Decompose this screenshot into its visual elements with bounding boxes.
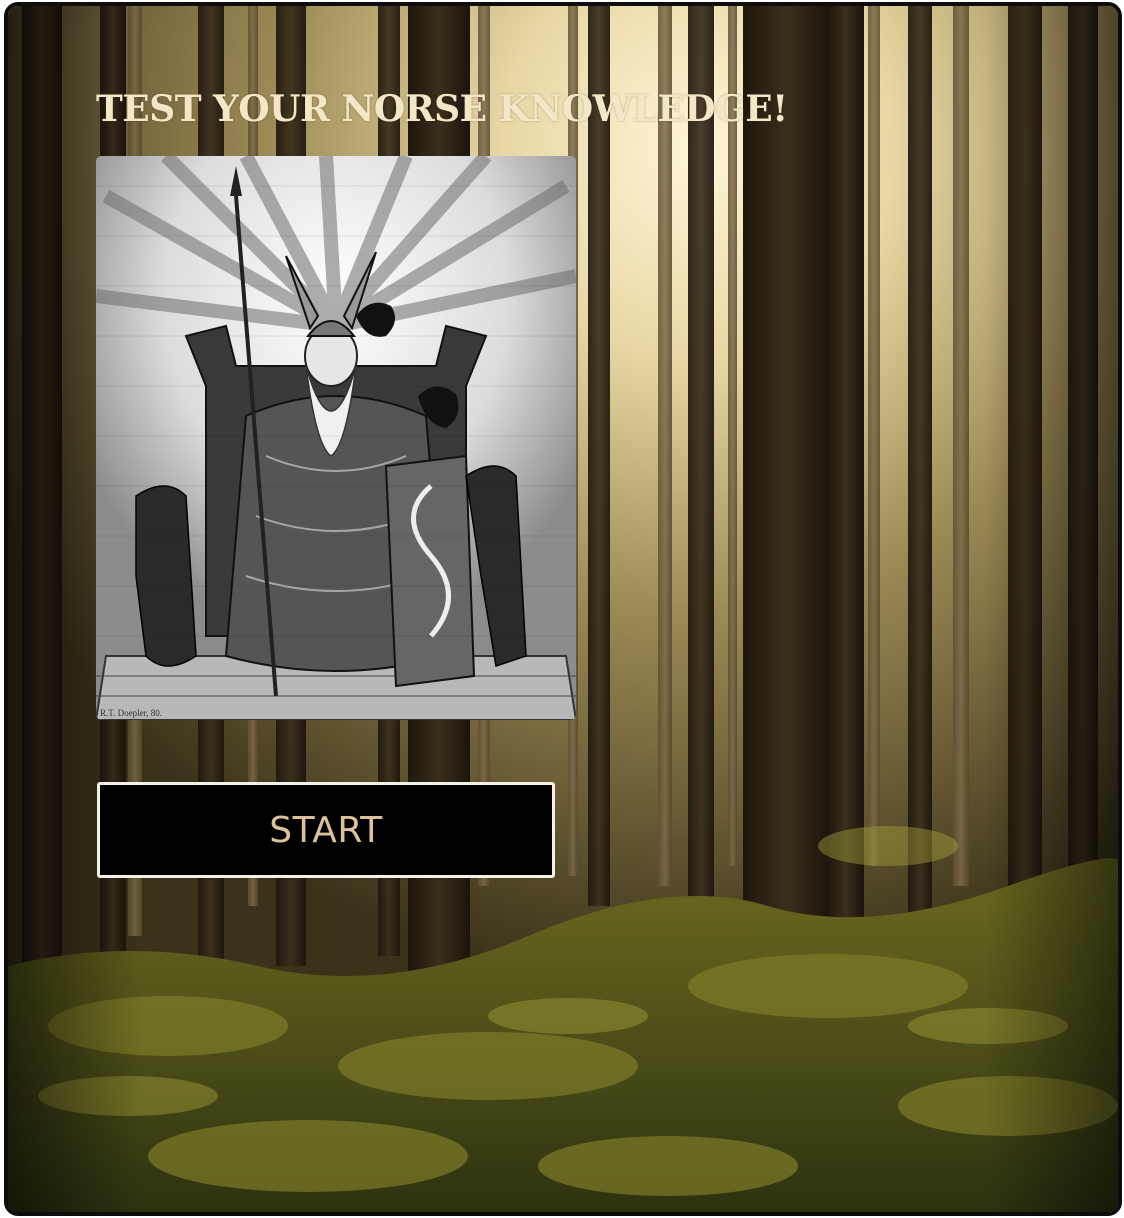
app-window: TEST YOUR NORSE KNOWLEDGE! R.T. Doepler,…: [4, 2, 1122, 1216]
start-button[interactable]: START: [97, 782, 555, 878]
page-title: TEST YOUR NORSE KNOWLEDGE!: [96, 88, 788, 130]
engraver-signature: R.T. Doepler, 80.: [100, 708, 162, 718]
odin-portrait: R.T. Doepler, 80.: [96, 156, 576, 720]
